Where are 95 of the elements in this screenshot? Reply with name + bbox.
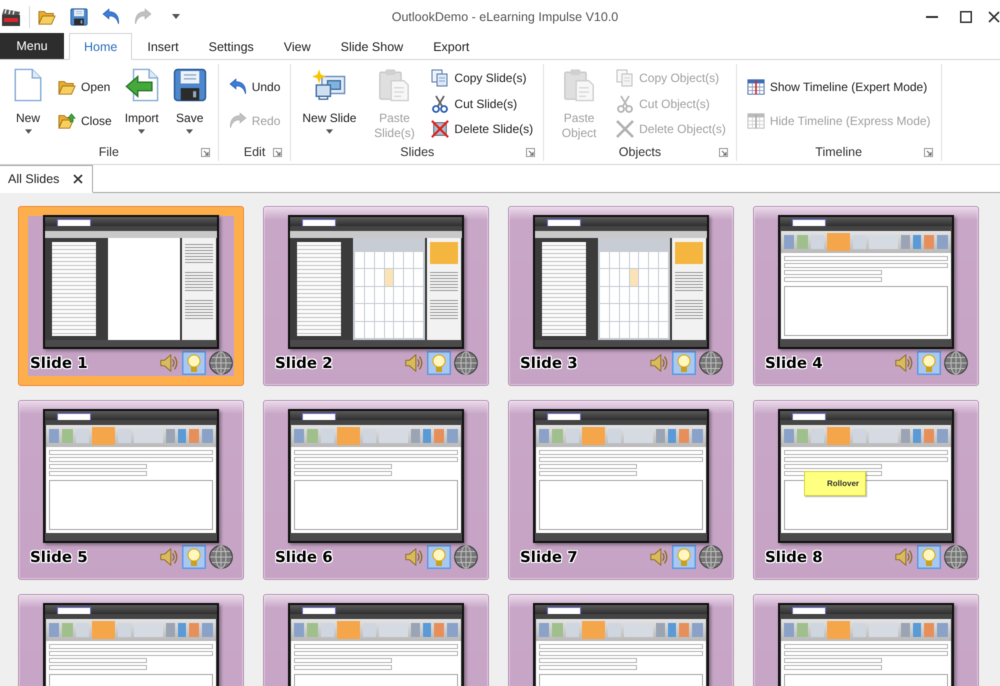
slide-label: Slide 5 bbox=[30, 548, 88, 566]
scissors-icon bbox=[616, 94, 634, 112]
slide-label: Slide 7 bbox=[520, 548, 578, 566]
grid-icon bbox=[746, 78, 765, 96]
group-label: Objects bbox=[618, 145, 662, 159]
slide-label: Slide 3 bbox=[520, 354, 578, 372]
ribbon-tab[interactable]: Export bbox=[418, 33, 484, 60]
redo-icon bbox=[228, 112, 247, 130]
clipboard-icon bbox=[562, 68, 596, 102]
group-label: File bbox=[98, 145, 119, 159]
delete-icon bbox=[616, 120, 634, 138]
slide-card[interactable]: Slide 7 bbox=[508, 400, 734, 580]
globe-icon[interactable] bbox=[209, 544, 233, 568]
page-arrow-icon bbox=[124, 68, 159, 102]
ribbon-tab[interactable]: Slide Show bbox=[326, 33, 418, 60]
ribbon-tab[interactable]: Insert bbox=[132, 33, 194, 60]
import-button[interactable]: Import bbox=[122, 64, 162, 143]
delete-slide-button[interactable]: Delete Slide(s) bbox=[429, 118, 536, 140]
new-slide-button[interactable]: New Slide bbox=[299, 64, 360, 143]
speaker-icon[interactable] bbox=[894, 352, 914, 372]
cut-slide-button[interactable]: Cut Slide(s) bbox=[429, 92, 536, 115]
scissors-icon bbox=[431, 94, 450, 112]
open-button[interactable]: Open bbox=[56, 75, 114, 98]
slide-card[interactable]: Slide 1 bbox=[18, 206, 244, 386]
maximize-icon[interactable] bbox=[960, 10, 972, 22]
close-icon[interactable] bbox=[73, 174, 84, 184]
speaker-icon[interactable] bbox=[404, 352, 424, 372]
undo-icon[interactable] bbox=[102, 8, 120, 26]
undo-icon bbox=[228, 78, 247, 96]
slide-card[interactable]: Slide 3 bbox=[508, 206, 734, 386]
grid-icon bbox=[746, 112, 765, 130]
undo-button[interactable]: Undo bbox=[226, 75, 282, 98]
speaker-icon[interactable] bbox=[649, 352, 669, 372]
group-label: Timeline bbox=[815, 145, 862, 159]
group-label: Slides bbox=[400, 145, 434, 159]
close-icon[interactable] bbox=[988, 10, 1000, 22]
slide-card[interactable]: Slide 5 bbox=[18, 400, 244, 580]
delete-icon bbox=[431, 120, 450, 138]
slide-label: Slide 8 bbox=[765, 548, 823, 566]
callout-note: Rollover bbox=[804, 471, 866, 496]
globe-icon[interactable] bbox=[699, 544, 723, 568]
speaker-icon[interactable] bbox=[894, 546, 914, 566]
folder-arrow-icon bbox=[58, 112, 76, 130]
globe-icon[interactable] bbox=[944, 350, 968, 374]
bulb-icon[interactable] bbox=[182, 544, 206, 568]
globe-icon[interactable] bbox=[699, 350, 723, 374]
save-icon bbox=[172, 68, 207, 102]
speaker-icon[interactable] bbox=[404, 546, 424, 566]
slide-card[interactable]: Slide 6 bbox=[263, 400, 489, 580]
save-icon[interactable] bbox=[70, 8, 88, 26]
ribbon-tab[interactable]: View bbox=[268, 33, 326, 60]
ribbon-tab[interactable]: Home bbox=[69, 33, 132, 60]
bulb-icon[interactable] bbox=[427, 544, 451, 568]
copy-icon bbox=[616, 69, 634, 87]
window-title: OutlookDemo - eLearning Impulse V10.0 bbox=[390, 10, 618, 24]
speaker-icon[interactable] bbox=[159, 352, 179, 372]
save-button[interactable]: Save bbox=[170, 64, 210, 143]
clipboard-icon bbox=[377, 68, 412, 102]
new-button[interactable]: New bbox=[8, 64, 48, 143]
bulb-icon[interactable] bbox=[917, 350, 941, 374]
slide-card[interactable]: Slide 4 bbox=[753, 206, 979, 386]
slide-label: Slide 6 bbox=[275, 548, 333, 566]
launcher-icon[interactable] bbox=[526, 148, 536, 156]
minimize-icon[interactable] bbox=[926, 16, 938, 18]
speaker-icon[interactable] bbox=[159, 546, 179, 566]
show-timeline-button[interactable]: Show Timeline (Expert Mode) bbox=[744, 75, 933, 98]
slides-sparkle-icon bbox=[312, 68, 346, 102]
close-button[interactable]: Close bbox=[56, 109, 114, 132]
slide-label: Slide 4 bbox=[765, 354, 823, 372]
slide-label: Slide 2 bbox=[275, 354, 333, 372]
bulb-icon[interactable] bbox=[427, 350, 451, 374]
launcher-icon[interactable] bbox=[924, 148, 933, 156]
bulb-icon[interactable] bbox=[672, 350, 696, 374]
launcher-icon[interactable] bbox=[718, 148, 728, 156]
launcher-icon[interactable] bbox=[273, 148, 282, 156]
bulb-icon[interactable] bbox=[182, 350, 206, 374]
clapperboard-icon[interactable] bbox=[1, 6, 21, 26]
bulb-icon[interactable] bbox=[917, 544, 941, 568]
globe-icon[interactable] bbox=[454, 544, 478, 568]
globe-icon[interactable] bbox=[209, 350, 233, 374]
slide-label: Slide 1 bbox=[30, 354, 88, 372]
slide-card[interactable]: Slide 2 bbox=[263, 206, 489, 386]
bulb-icon[interactable] bbox=[672, 544, 696, 568]
caret-icon[interactable] bbox=[172, 14, 180, 19]
globe-icon[interactable] bbox=[454, 350, 478, 374]
launcher-icon[interactable] bbox=[200, 148, 210, 156]
slide-card[interactable]: Rollover Slide 8 bbox=[753, 400, 979, 580]
copy-icon bbox=[431, 69, 450, 87]
menu-button[interactable]: Menu bbox=[0, 33, 64, 59]
ribbon-tab[interactable]: Settings bbox=[194, 33, 269, 60]
document-tab[interactable]: All Slides bbox=[0, 165, 94, 193]
globe-icon[interactable] bbox=[944, 544, 968, 568]
speaker-icon[interactable] bbox=[649, 546, 669, 566]
group-label: Edit bbox=[244, 145, 266, 159]
copy-slide-button[interactable]: Copy Slide(s) bbox=[429, 66, 536, 90]
